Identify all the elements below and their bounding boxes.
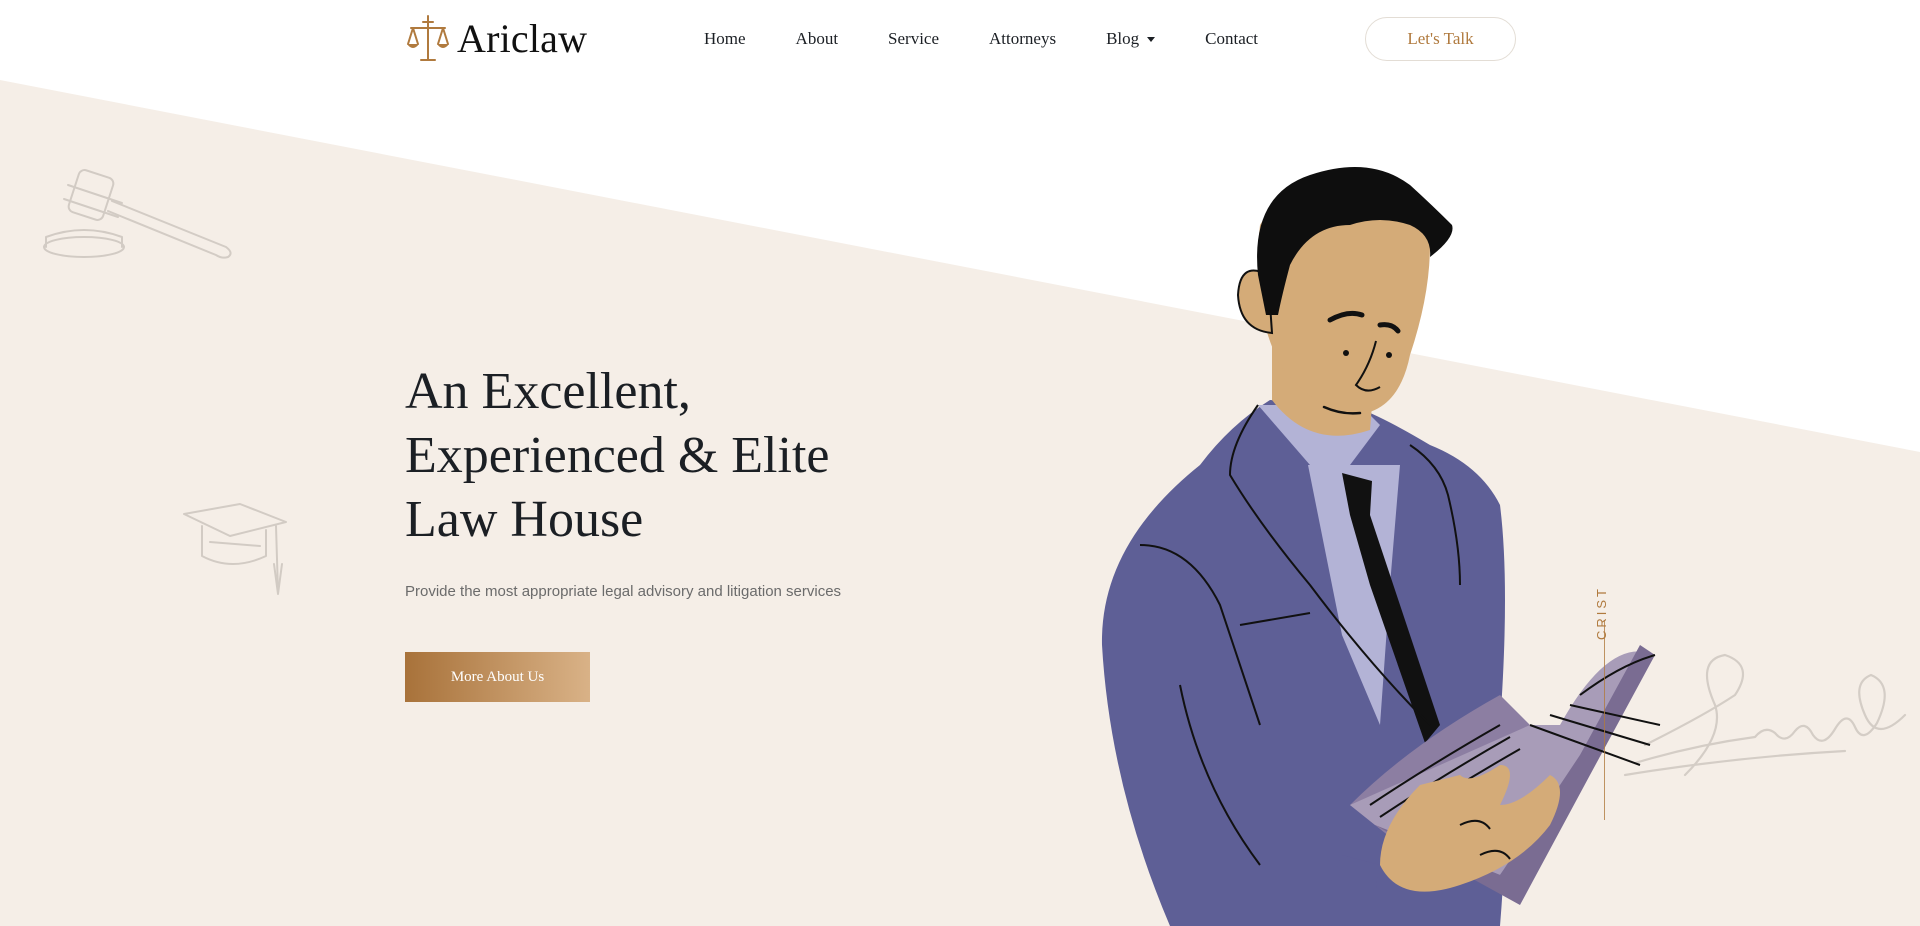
scales-of-justice-icon [407,15,449,61]
lets-talk-button[interactable]: Let's Talk [1365,17,1516,61]
nav-item-service[interactable]: Service [888,26,939,52]
logo[interactable]: Ariclaw [405,14,587,64]
nav-item-about[interactable]: About [796,26,839,52]
main-nav: Home About Service Attorneys Blog Contac… [704,26,1258,52]
vertical-label: CRIST [1594,586,1609,640]
nav-item-attorneys[interactable]: Attorneys [989,26,1056,52]
nav-item-blog-label: Blog [1106,29,1140,48]
caret-down-icon [1147,37,1156,42]
nav-item-home[interactable]: Home [704,26,746,52]
site-header: Ariclaw Home About Service Attorneys Blo… [0,0,1920,78]
gavel-icon [43,169,232,259]
nav-item-contact[interactable]: Contact [1205,26,1258,52]
brand-name: Ariclaw [457,16,588,61]
graduation-cap-icon [183,503,287,595]
lawyer-reading-illustration [1101,167,1661,926]
hero-title-line: Law House [405,491,644,548]
more-about-us-button[interactable]: More About Us [405,652,590,702]
nav-item-blog[interactable]: Blog [1106,26,1156,52]
hero-subtitle: Provide the most appropriate legal advis… [405,583,842,600]
vertical-divider-line [1604,620,1605,820]
hero-title-line: Experienced & Elite [405,427,830,484]
hero-title: An Excellent, Experienced & Elite Law Ho… [405,360,965,552]
hero-title-line: An Excellent, [405,363,691,420]
